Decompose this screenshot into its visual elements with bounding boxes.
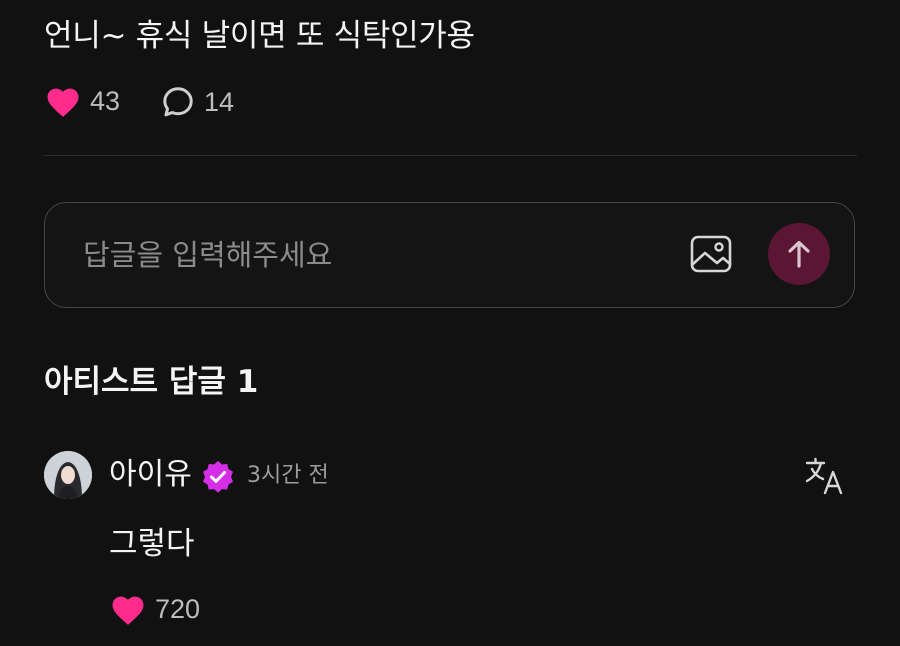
post-like-count: 43 [90,85,121,116]
reply-like-count: 720 [155,593,201,624]
comment-bubble-icon [160,84,196,120]
avatar[interactable] [44,451,92,499]
divider [44,155,857,156]
reply-input[interactable] [81,231,645,279]
send-button[interactable] [768,223,830,285]
reply-like-button[interactable]: 720 [109,592,200,626]
post-comment-button[interactable]: 14 [160,84,234,120]
arrow-up-icon [786,239,812,269]
heart-icon [109,592,147,626]
reply-author[interactable]: 아이유 [109,454,192,496]
reply-composer [44,202,855,308]
image-icon[interactable] [689,234,733,274]
reply-time: 3시간 전 [247,463,329,488]
post-like-button[interactable]: 43 [44,84,120,118]
section-title: 아티스트 답글 1 [44,364,259,400]
translate-icon[interactable] [804,456,844,496]
heart-icon [44,84,82,118]
post-text: 언니~ 휴식 날이면 또 식탁인가용 [44,18,475,54]
verified-badge-icon [200,459,236,495]
reply-text: 그렇다 [109,526,195,562]
post-comment-count: 14 [204,86,235,117]
